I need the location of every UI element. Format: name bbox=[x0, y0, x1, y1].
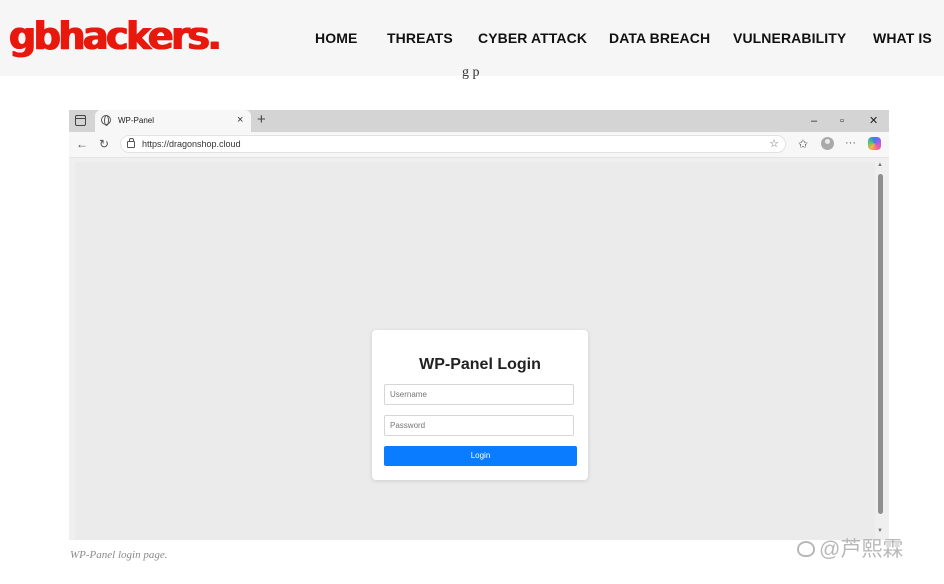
article-text-fragment: g p bbox=[462, 65, 480, 80]
new-tab-icon[interactable]: + bbox=[257, 111, 266, 129]
more-icon[interactable]: ··· bbox=[845, 136, 856, 150]
watermark-logo-icon bbox=[797, 541, 815, 557]
main-nav: HOME THREATS CYBER ATTACK DATA BREACH VU… bbox=[0, 30, 944, 46]
close-tab-icon[interactable]: × bbox=[237, 113, 243, 127]
favorites-icon[interactable]: ✩ bbox=[798, 137, 808, 151]
reload-icon[interactable]: ↻ bbox=[99, 137, 109, 151]
login-button[interactable]: Login bbox=[384, 446, 577, 466]
favorite-star-icon[interactable]: ☆ bbox=[769, 137, 779, 151]
restore-icon[interactable]: ▫ bbox=[840, 114, 844, 128]
scrollbar-thumb[interactable] bbox=[878, 174, 883, 514]
tab-bar: WP-Panel × + – ▫ ✕ bbox=[69, 110, 889, 132]
login-card: WP-Panel Login Login bbox=[372, 330, 588, 480]
scroll-up-icon[interactable]: ▲ bbox=[877, 162, 883, 169]
copilot-icon[interactable] bbox=[868, 137, 881, 150]
watermark-text: @芦熙霖 bbox=[819, 538, 904, 561]
close-window-icon[interactable]: ✕ bbox=[869, 114, 878, 128]
image-caption: WP-Panel login page. bbox=[70, 549, 168, 561]
browser-screenshot: WP-Panel × + – ▫ ✕ ← ↻ https://dragonsho… bbox=[69, 110, 889, 540]
minimize-icon[interactable]: – bbox=[811, 114, 817, 128]
back-icon[interactable]: ← bbox=[76, 137, 88, 151]
password-input[interactable] bbox=[384, 415, 574, 436]
profile-icon[interactable] bbox=[821, 137, 834, 150]
lock-icon bbox=[127, 138, 135, 148]
nav-data-breach[interactable]: DATA BREACH bbox=[609, 30, 710, 46]
url-text[interactable]: https://dragonshop.cloud bbox=[142, 138, 241, 150]
address-bar[interactable]: https://dragonshop.cloud ☆ bbox=[120, 135, 786, 153]
username-input[interactable] bbox=[384, 384, 574, 405]
login-title: WP-Panel Login bbox=[419, 356, 541, 373]
nav-cyber-attack[interactable]: CYBER ATTACK bbox=[478, 30, 587, 46]
page-viewport: WP-Panel Login Login bbox=[75, 162, 875, 540]
tab-title: WP-Panel bbox=[118, 116, 155, 125]
nav-vulnerability[interactable]: VULNERABILITY bbox=[733, 30, 846, 46]
nav-threats[interactable]: THREATS bbox=[387, 30, 453, 46]
tab-actions-icon[interactable] bbox=[75, 115, 86, 126]
globe-icon bbox=[101, 115, 111, 126]
scroll-down-icon[interactable]: ▼ bbox=[877, 528, 883, 535]
browser-tab[interactable]: WP-Panel × bbox=[95, 110, 251, 132]
nav-what-is[interactable]: WHAT IS bbox=[873, 30, 932, 46]
browser-toolbar: ← ↻ https://dragonshop.cloud ☆ ✩ ··· bbox=[69, 132, 889, 158]
nav-home[interactable]: HOME bbox=[315, 30, 357, 46]
watermark: @芦熙霖 bbox=[797, 537, 903, 563]
